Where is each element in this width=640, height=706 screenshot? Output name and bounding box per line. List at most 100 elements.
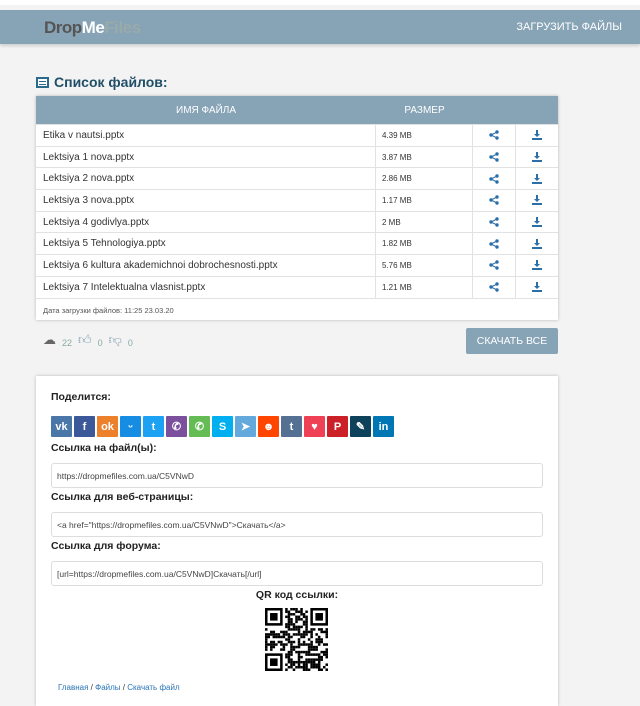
viber-share-button[interactable]: ✆: [166, 416, 187, 437]
livejournal-share-button[interactable]: ✎: [350, 416, 371, 437]
table-row: Lektsiya 4 godivlya.pptx 2 MB: [36, 210, 558, 233]
viber-icon: ✆: [171, 421, 182, 433]
qr-code: [265, 608, 328, 671]
share-card: Поделится: vk f ok ᵕ t ✆ ✆ S ➤ ☻ t ♥ P ✎ in Ссылка на …: [36, 376, 558, 706]
thumbs-up-icon[interactable]: 👍︎: [78, 332, 92, 348]
table-row: Lektsiya 5 Tehnologiya.pptx 1.82 MB: [36, 232, 558, 255]
tumblr-share-button[interactable]: t: [281, 416, 302, 437]
download-icon[interactable]: [516, 190, 558, 211]
moimir-icon: ᵕ: [128, 420, 133, 433]
vk-icon: vk: [55, 420, 68, 433]
col-name: ИМЯ ФАЙЛА: [176, 104, 236, 116]
web-link-label: Ссылка для веб-страницы:: [51, 491, 194, 503]
upload-files-link[interactable]: ЗАГРУЗИТЬ ФАЙЛЫ: [516, 21, 622, 33]
dislike-count: 0: [127, 338, 133, 348]
download-icon[interactable]: [516, 168, 558, 189]
tumblr-icon: t: [289, 420, 294, 433]
download-icon[interactable]: [516, 212, 558, 233]
table-row: Lektsiya 1 nova.pptx 3.87 MB: [36, 145, 558, 168]
breadcrumb-download[interactable]: Скачать файл: [127, 683, 179, 692]
table-header: ИМЯ ФАЙЛА РАЗМЕР: [36, 96, 558, 124]
thumbs-down-icon[interactable]: 👎︎: [109, 332, 122, 348]
share-icon[interactable]: [473, 211, 516, 233]
forum-link-label: Ссылка для форума:: [51, 540, 161, 552]
whatsapp-share-button[interactable]: ✆: [189, 416, 210, 437]
twitter-icon: t: [151, 420, 156, 433]
file-list-title: Список файлов:: [36, 74, 168, 90]
table-row: Lektsiya 2 nova.pptx 2.86 MB: [36, 167, 558, 190]
file-name[interactable]: Lektsiya 1 nova.pptx: [36, 146, 376, 168]
download-icon[interactable]: [516, 255, 558, 276]
file-name[interactable]: Lektsiya 3 nova.pptx: [36, 190, 376, 211]
share-icon[interactable]: [473, 190, 516, 211]
twitter-share-button[interactable]: t: [143, 416, 164, 437]
file-size: 4.39 MB: [376, 125, 473, 146]
skype-icon: S: [218, 420, 227, 433]
social-buttons: vk f ok ᵕ t ✆ ✆ S ➤ ☻ t ♥ P ✎ in: [51, 416, 394, 437]
file-link-input[interactable]: [51, 463, 543, 488]
facebook-share-button[interactable]: f: [74, 416, 95, 437]
file-size: 5.76 MB: [376, 255, 473, 276]
qr-label: QR код ссылки:: [255, 589, 339, 601]
cloud-download-icon: ☁: [43, 332, 56, 347]
moimir-share-button[interactable]: ᵕ: [120, 416, 141, 437]
file-size: 1.21 MB: [376, 276, 473, 298]
download-icon[interactable]: [516, 233, 558, 254]
pocket-icon: ♥: [311, 420, 318, 433]
skype-share-button[interactable]: S: [212, 416, 233, 437]
download-all-button[interactable]: СКАЧАТЬ ВСЕ: [466, 328, 558, 354]
breadcrumb: Главная / Файлы / Скачать файл: [58, 683, 180, 692]
table-row: Lektsiya 7 Intelektualna vlasnist.pptx 1.…: [36, 275, 558, 298]
download-icon[interactable]: [516, 277, 558, 298]
livejournal-icon: ✎: [355, 421, 366, 433]
reddit-icon: ☻: [262, 420, 275, 433]
reddit-share-button[interactable]: ☻: [258, 416, 279, 437]
linkedin-icon: in: [378, 420, 389, 433]
vk-share-button[interactable]: vk: [51, 416, 72, 437]
share-icon[interactable]: [473, 276, 516, 298]
linkedin-share-button[interactable]: in: [373, 416, 394, 437]
share-title: Поделится:: [51, 391, 111, 403]
breadcrumb-home[interactable]: Главная: [58, 683, 88, 692]
share-icon[interactable]: [473, 146, 516, 168]
file-name[interactable]: Lektsiya 5 Tehnologiya.pptx: [36, 233, 376, 255]
pinterest-icon: P: [333, 420, 342, 433]
breadcrumb-files[interactable]: Файлы: [95, 683, 120, 692]
file-name[interactable]: Etika v nautsi.pptx: [36, 125, 376, 146]
download-count: 22: [62, 338, 73, 348]
telegram-icon: ➤: [240, 421, 251, 433]
table-row: Etika v nautsi.pptx 4.39 MB: [36, 124, 558, 146]
share-icon[interactable]: [473, 233, 516, 255]
col-size: РАЗМЕР: [404, 104, 445, 116]
file-size: 1.17 MB: [376, 190, 473, 211]
file-name[interactable]: Lektsiya 6 kultura akademichnoi dobroche…: [36, 255, 376, 276]
pocket-share-button[interactable]: ♥: [304, 416, 325, 437]
file-name[interactable]: Lektsiya 7 Intelektualna vlasnist.pptx: [36, 276, 376, 298]
file-size: 2.86 MB: [376, 168, 473, 190]
facebook-icon: f: [82, 420, 87, 433]
web-link-input[interactable]: [51, 512, 543, 537]
stats: ☁ 22 👍︎ 0 👎︎ 0: [43, 332, 133, 348]
file-size: 3.87 MB: [376, 146, 473, 168]
share-icon[interactable]: [473, 125, 516, 146]
odnoklassniki-share-button[interactable]: ok: [97, 416, 118, 437]
file-size: 2 MB: [376, 211, 473, 233]
file-link-label: Ссылка на файл(ы):: [51, 442, 157, 454]
forum-link-input[interactable]: [51, 561, 543, 586]
odnoklassniki-icon: ok: [101, 420, 114, 433]
top-header: DropMeFiles ЗАГРУЗИТЬ ФАЙЛЫ: [0, 10, 640, 44]
file-name[interactable]: Lektsiya 4 godivlya.pptx: [36, 211, 376, 233]
list-icon: [36, 76, 49, 88]
share-icon[interactable]: [473, 255, 516, 276]
file-size: 1.82 MB: [376, 233, 473, 255]
upload-date: Дата загрузки файлов: 11:25 23.03.20: [36, 297, 558, 320]
download-icon[interactable]: [516, 125, 558, 146]
file-name[interactable]: Lektsiya 2 nova.pptx: [36, 168, 376, 190]
table-row: Lektsiya 3 nova.pptx 1.17 MB: [36, 189, 558, 211]
pinterest-share-button[interactable]: P: [327, 416, 348, 437]
download-icon[interactable]: [516, 147, 558, 168]
file-table: ИМЯ ФАЙЛА РАЗМЕР Etika v nautsi.pptx 4.39 …: [36, 96, 558, 320]
logo[interactable]: DropMeFiles: [44, 18, 141, 38]
share-icon[interactable]: [473, 168, 516, 190]
telegram-share-button[interactable]: ➤: [235, 416, 256, 437]
